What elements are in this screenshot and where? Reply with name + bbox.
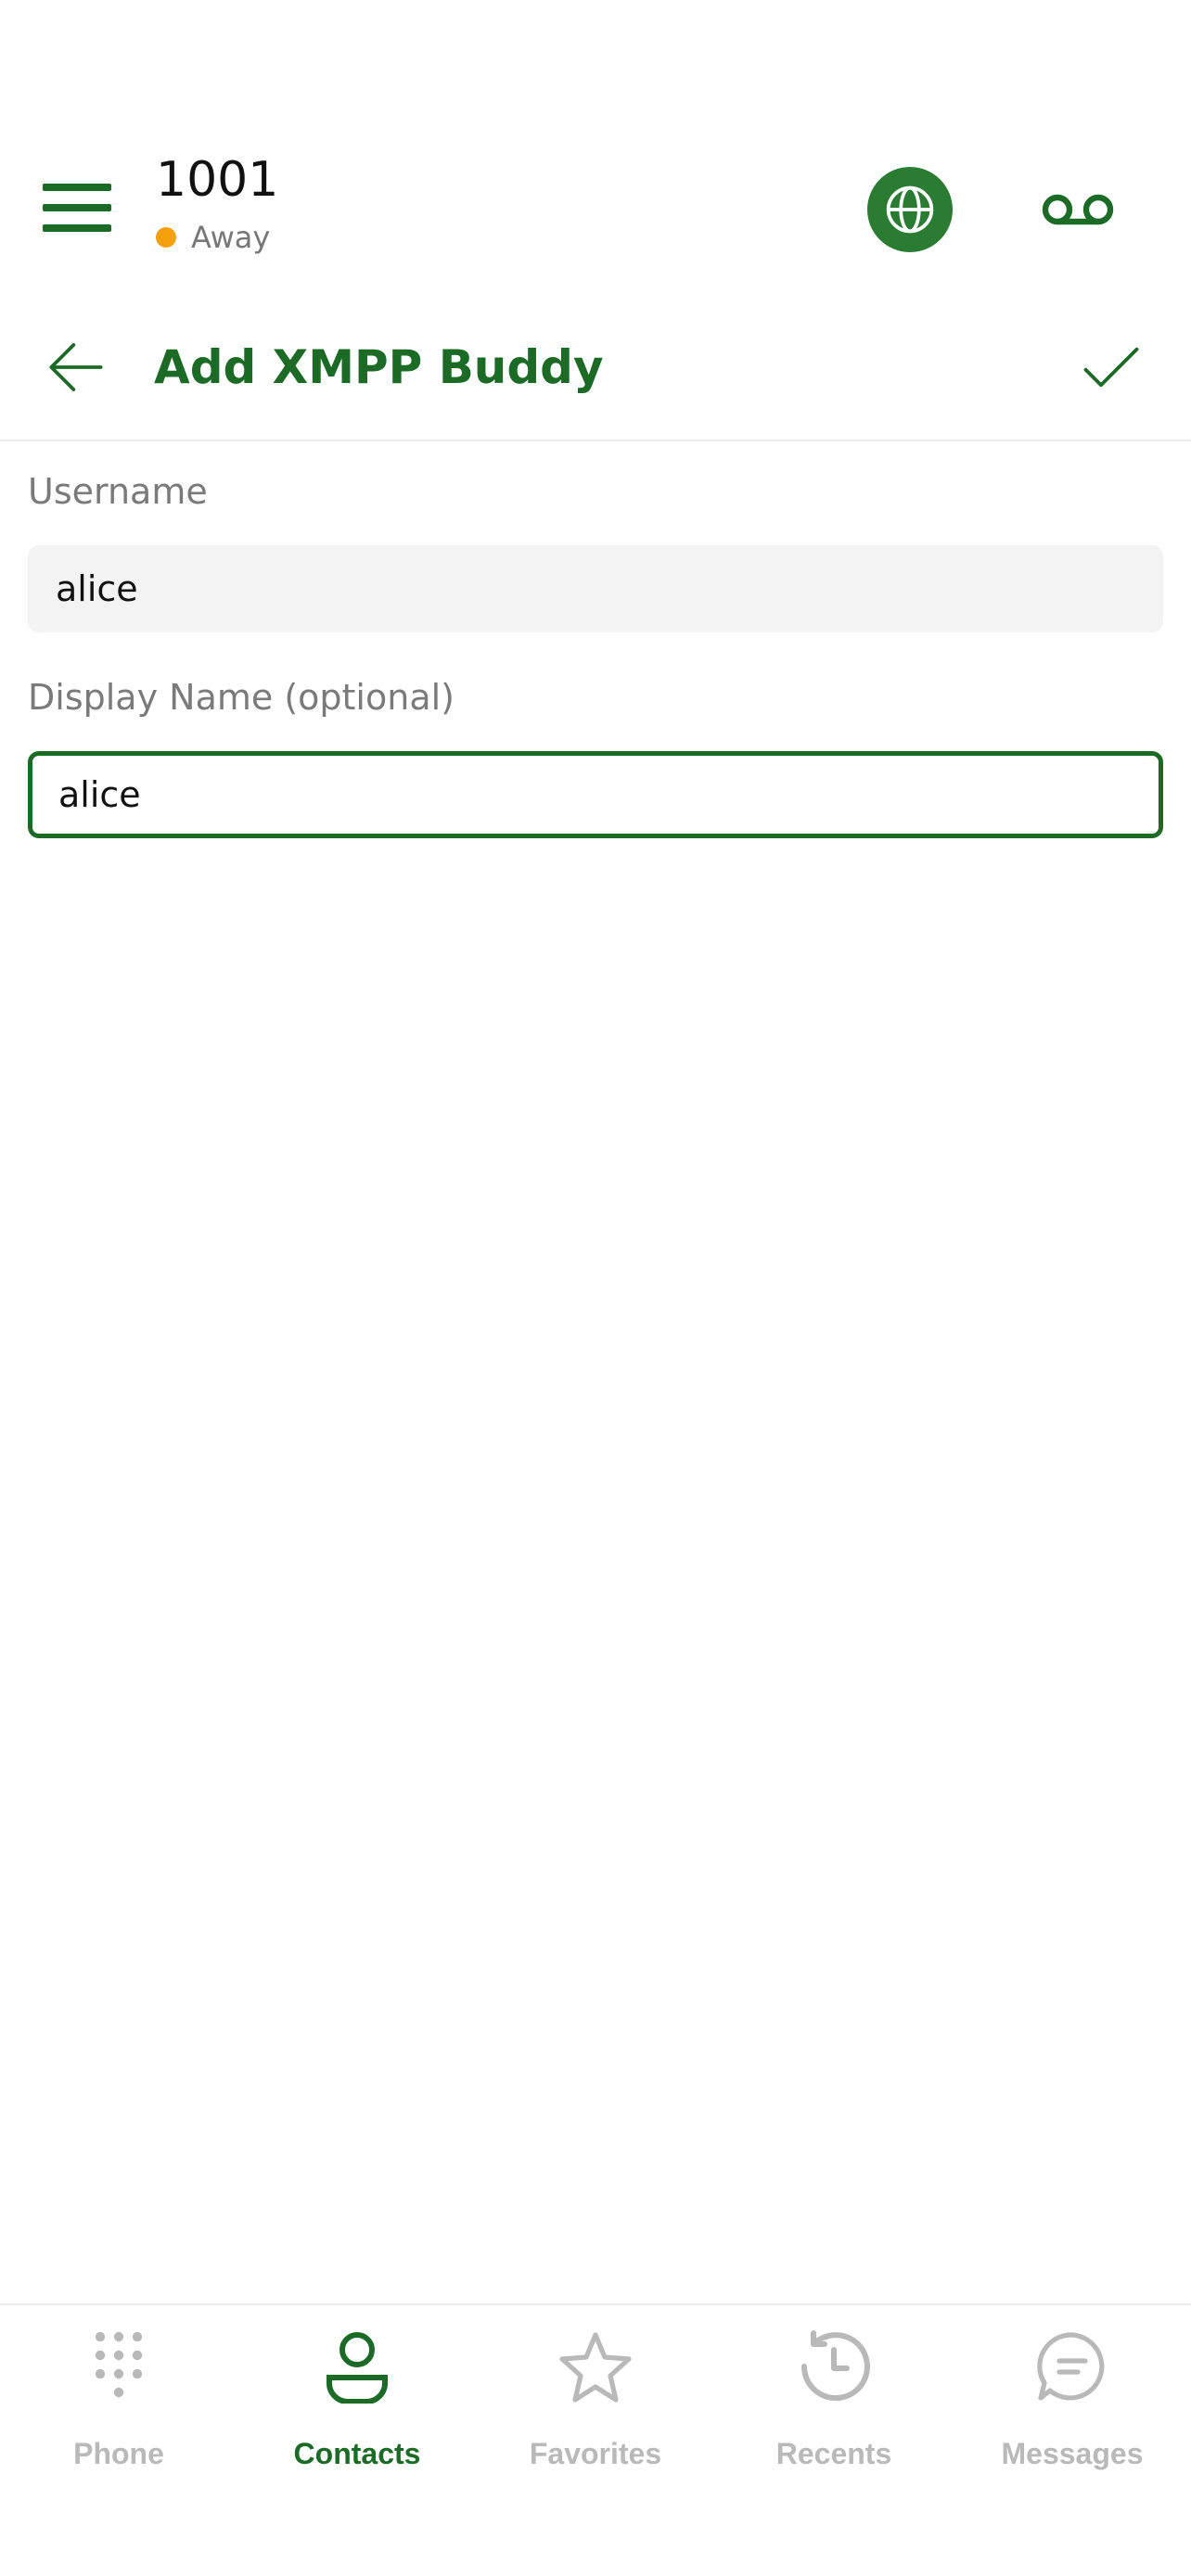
globe-button[interactable] [867, 167, 953, 252]
dialpad-icon [95, 2331, 143, 2398]
nav-tab-contacts[interactable]: Contacts [238, 2329, 476, 2478]
menu-button[interactable] [43, 184, 111, 232]
nav-tab-phone[interactable]: Phone [0, 2329, 237, 2478]
confirm-button[interactable] [1076, 332, 1146, 402]
title-bar: Add XMPP Buddy [0, 306, 1191, 441]
arrow-left-icon [49, 343, 103, 391]
nav-tab-messages[interactable]: Messages [954, 2329, 1191, 2478]
back-button[interactable] [41, 332, 111, 402]
nav-label-messages: Messages [1001, 2437, 1144, 2470]
add-xmpp-buddy-screen: 1001 Away Add XMPP Buddy Username alice … [0, 0, 1191, 2576]
nav-label-recents: Recents [775, 2437, 892, 2470]
display-name-input[interactable] [28, 751, 1163, 838]
display-name-label: Display Name (optional) [28, 677, 455, 718]
person-icon [327, 2332, 388, 2404]
menu-icon-bar [43, 204, 111, 211]
account-header: 1001 Away [0, 130, 1191, 287]
status-dot-icon [156, 227, 176, 248]
globe-icon [886, 185, 934, 234]
bottom-navigation: Phone Contacts Favorites Recents Message… [0, 2303, 1191, 2576]
nav-label-contacts: Contacts [293, 2437, 421, 2470]
status-text: Away [191, 220, 271, 255]
nav-tab-recents[interactable]: Recents [715, 2329, 953, 2478]
nav-label-phone: Phone [73, 2437, 164, 2470]
voicemail-icon [1042, 194, 1114, 225]
menu-icon-bar [43, 184, 111, 191]
checkmark-icon [1083, 347, 1139, 388]
username-input[interactable] [28, 545, 1163, 632]
history-clock-icon [801, 2330, 870, 2402]
nav-label-favorites: Favorites [529, 2437, 662, 2470]
chat-bubble-icon [1037, 2332, 1105, 2401]
presence-status[interactable]: Away [156, 219, 270, 256]
nav-tab-favorites[interactable]: Favorites [477, 2329, 714, 2478]
username-label: Username [28, 471, 208, 512]
page-title: Add XMPP Buddy [154, 340, 604, 394]
menu-icon-bar [43, 224, 111, 232]
star-icon [559, 2332, 632, 2403]
voicemail-button[interactable] [1039, 182, 1117, 237]
account-number[interactable]: 1001 [156, 152, 278, 208]
